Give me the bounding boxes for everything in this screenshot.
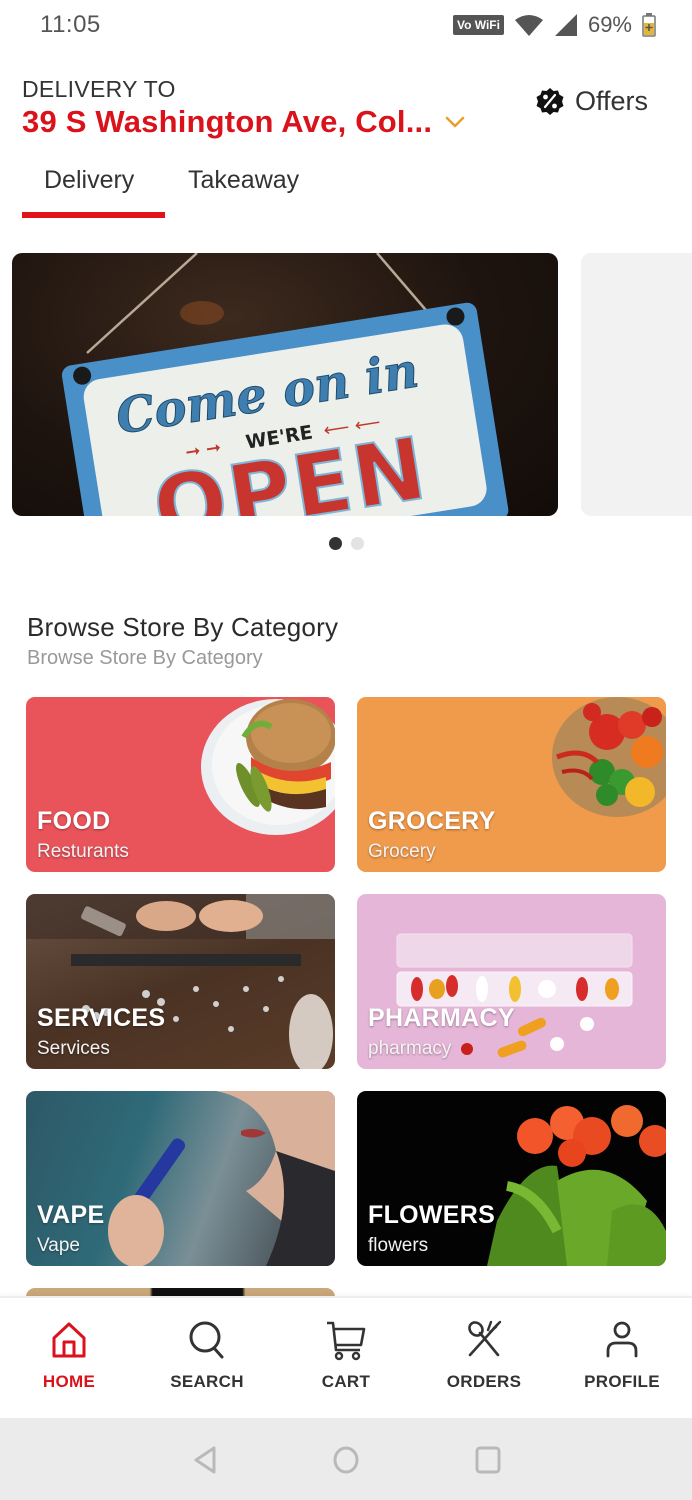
tab-takeaway[interactable]: Takeaway [188, 166, 299, 195]
vowifi-icon: Vo WiFi [452, 15, 504, 35]
category-title: FOOD [37, 807, 111, 835]
home-circle-icon[interactable] [330, 1444, 362, 1476]
active-tab-indicator [22, 212, 165, 218]
category-card-flowers[interactable]: FLOWERS flowers [357, 1091, 666, 1266]
percent-badge-icon [536, 87, 564, 115]
location-header: DELIVERY TO 39 S Washington Ave, Col... … [0, 72, 692, 152]
category-card-pharmacy[interactable]: PHARMACY pharmacy [357, 894, 666, 1069]
status-bar: 11:05 Vo WiFi 69% [0, 0, 692, 52]
nav-label: ORDERS [446, 1372, 522, 1391]
cell-signal-icon [554, 14, 577, 36]
category-title: VAPE [37, 1201, 105, 1229]
system-navigation-bar [0, 1418, 692, 1500]
category-card-food[interactable]: FOOD Resturants [26, 697, 335, 872]
nav-home[interactable]: HOME [9, 1318, 129, 1392]
nav-profile[interactable]: PROFILE [562, 1318, 682, 1392]
bottom-navigation: HOME SEARCH CART ORDERS PROFILE [0, 1296, 692, 1418]
open-sign-image: Come on in WE'RE ➞ ➞ ⟵ ⟵ OPEN [61, 253, 509, 516]
order-type-tabs: Delivery Takeaway [0, 162, 692, 222]
fork-spoon-icon [468, 1320, 502, 1357]
nav-label: CART [321, 1372, 371, 1391]
status-time: 11:05 [40, 11, 101, 38]
cart-icon [327, 1321, 366, 1361]
section-subtitle: Browse Store By Category [27, 647, 263, 669]
status-icons: Vo WiFi 69% [452, 12, 656, 38]
nav-label: HOME [42, 1372, 96, 1391]
next-banner-peek[interactable] [581, 253, 692, 516]
battery-charging-icon [642, 13, 656, 37]
offers-label[interactable]: Offers [575, 86, 648, 117]
category-card-grocery[interactable]: GROCERY Grocery [357, 697, 666, 872]
category-subtitle: Services [37, 1038, 110, 1059]
nav-orders[interactable]: ORDERS [424, 1318, 544, 1392]
category-title: SERVICES [37, 1004, 166, 1032]
category-subtitle: Vape [37, 1235, 80, 1256]
category-subtitle: Resturants [37, 841, 129, 862]
tab-delivery[interactable]: Delivery [44, 166, 134, 195]
nav-search[interactable]: SEARCH [147, 1318, 267, 1392]
section-title: Browse Store By Category [27, 612, 339, 642]
category-card-vape[interactable]: VAPE Vape [26, 1091, 335, 1266]
back-icon[interactable] [190, 1444, 222, 1476]
address-selector[interactable]: 39 S Washington Ave, Col... [22, 104, 466, 140]
chevron-down-icon[interactable] [444, 111, 466, 133]
category-title: PHARMACY [368, 1004, 515, 1032]
recent-apps-icon[interactable] [472, 1444, 504, 1476]
search-icon [189, 1321, 224, 1359]
home-icon [52, 1322, 86, 1358]
promo-banner[interactable]: Come on in WE'RE ➞ ➞ ⟵ ⟵ OPEN [12, 253, 558, 516]
wifi-icon [514, 15, 543, 36]
category-subtitle: flowers [368, 1235, 429, 1256]
nav-label: SEARCH [170, 1372, 244, 1391]
category-title: FLOWERS [368, 1201, 496, 1229]
carousel-dot[interactable] [350, 537, 364, 550]
category-subtitle: pharmacy [368, 1038, 452, 1059]
category-card-services[interactable]: SERVICES Services [26, 894, 335, 1069]
delivery-address[interactable]: 39 S Washington Ave, Col... [22, 104, 432, 140]
promo-carousel[interactable]: Come on in WE'RE ➞ ➞ ⟵ ⟵ OPEN [0, 253, 692, 516]
person-icon [606, 1321, 638, 1358]
delivery-to-label: DELIVERY TO [22, 76, 176, 102]
category-subtitle: Grocery [368, 841, 436, 862]
category-title: GROCERY [368, 807, 496, 835]
nav-cart[interactable]: CART [286, 1318, 406, 1392]
carousel-pagination [0, 537, 692, 550]
offers-button[interactable]: Offers [535, 86, 648, 117]
nav-label: PROFILE [584, 1372, 660, 1391]
battery-percent: 69% [587, 12, 632, 37]
carousel-dot-active[interactable] [328, 537, 342, 550]
